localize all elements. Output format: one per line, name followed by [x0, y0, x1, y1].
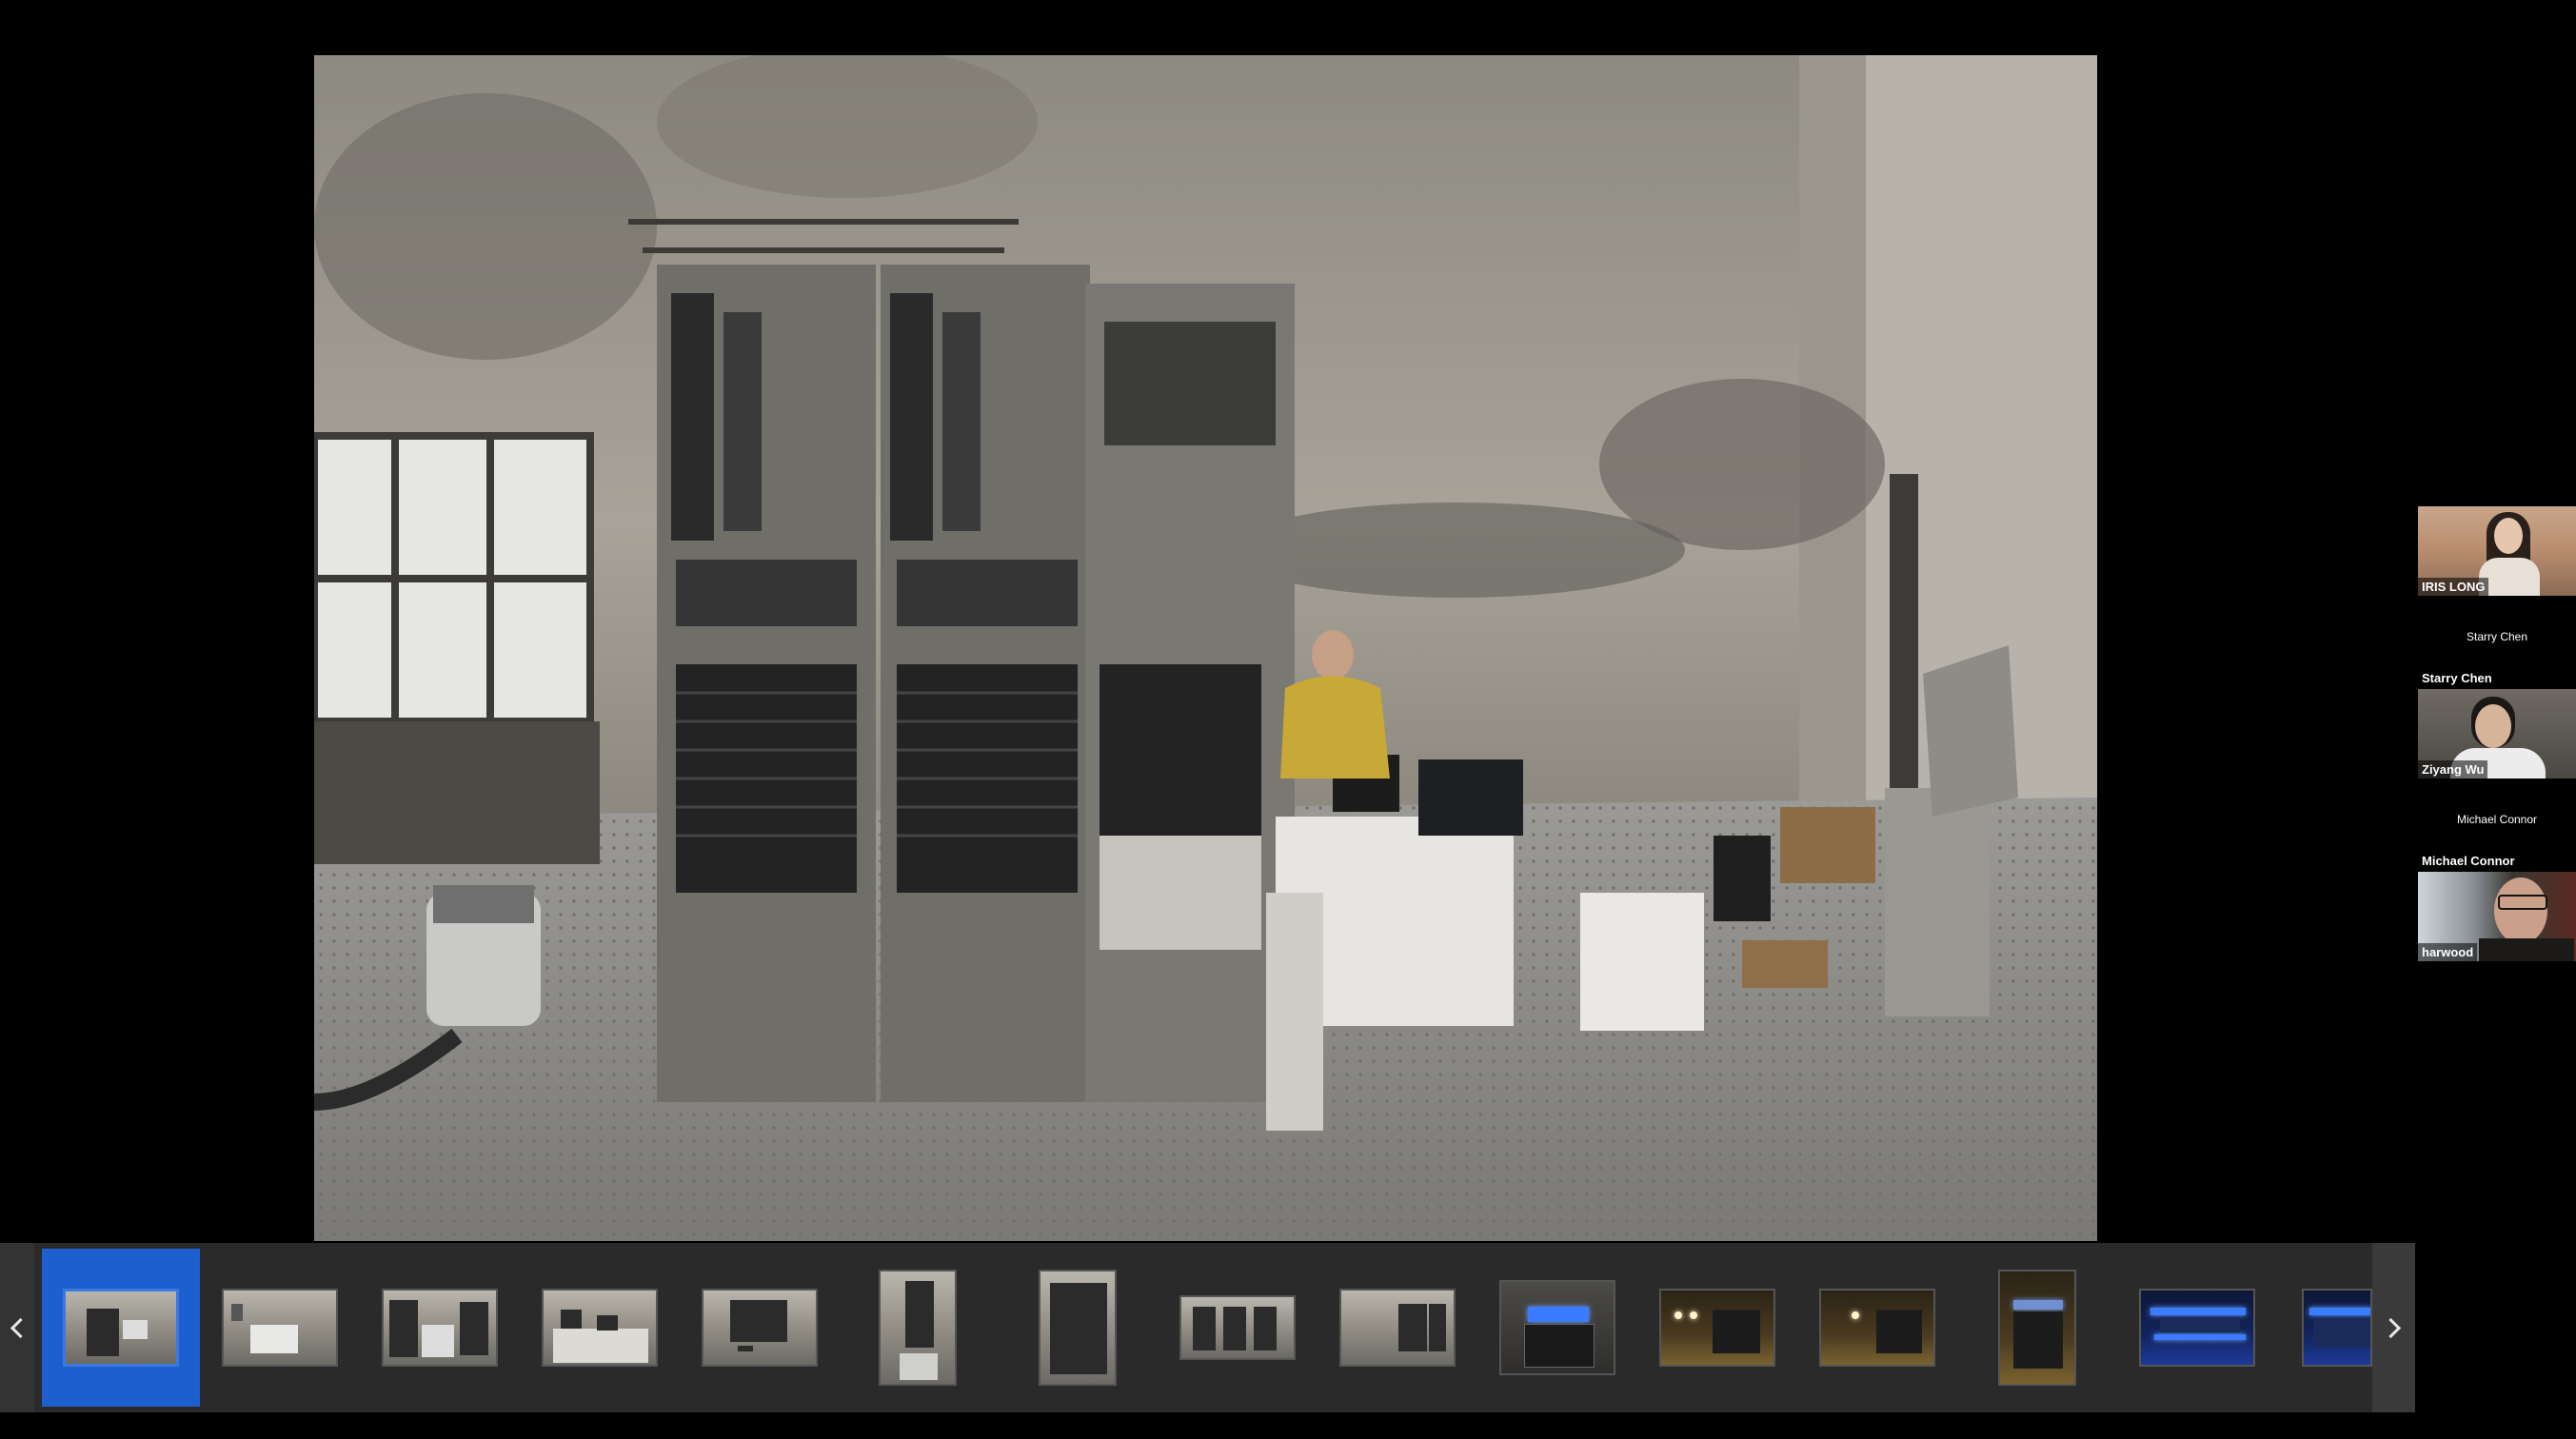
slide-thumbnail-14[interactable]	[2117, 1243, 2277, 1412]
participant-center-label: Starry Chen	[2466, 630, 2528, 643]
slide-thumbnail-10[interactable]	[1477, 1243, 1637, 1412]
participant-tile-harwood[interactable]: harwood	[2418, 872, 2576, 961]
slide-thumbnail-15[interactable]	[2266, 1243, 2372, 1412]
participant-name: harwood	[2418, 943, 2478, 961]
participant-face	[2494, 518, 2523, 554]
slide-filmstrip	[0, 1243, 2415, 1412]
slide-thumbnail-7[interactable]	[998, 1243, 1158, 1412]
slide-thumbnail-13[interactable]	[1957, 1243, 2117, 1412]
slide-thumbnail-8[interactable]	[1158, 1243, 1318, 1412]
participant-face	[2475, 704, 2511, 748]
slide-thumbnail-4[interactable]	[520, 1243, 680, 1412]
chevron-left-icon[interactable]	[0, 1243, 34, 1412]
slide-thumbnail-12[interactable]	[1797, 1243, 1957, 1412]
participant-panel: IRIS LONG Starry Chen Starry Chen Ziyang…	[2418, 506, 2576, 963]
chevron-right-icon[interactable]	[2372, 1243, 2415, 1412]
participant-glasses	[2498, 895, 2547, 910]
machine-room-photo	[314, 55, 2097, 1241]
slide-thumbnail-1[interactable]	[42, 1249, 200, 1407]
slide-thumbnail-3[interactable]	[360, 1243, 520, 1412]
participant-name: Michael Connor	[2418, 852, 2519, 870]
shared-photo	[314, 55, 2097, 1241]
participant-body	[2479, 938, 2574, 961]
slide-thumbnail-11[interactable]	[1637, 1243, 1797, 1412]
participant-tile-starry[interactable]: Starry Chen Starry Chen	[2418, 598, 2576, 687]
participant-name: Ziyang Wu	[2418, 760, 2488, 779]
participant-tile-michael[interactable]: Michael Connor Michael Connor	[2418, 780, 2576, 870]
participant-center-label: Michael Connor	[2456, 813, 2538, 826]
slide-thumbnail-9[interactable]	[1318, 1243, 1477, 1412]
participant-face	[2494, 877, 2547, 944]
participant-name: Starry Chen	[2418, 669, 2496, 687]
participant-tile-iris[interactable]: IRIS LONG	[2418, 506, 2576, 596]
slide-thumbnail-5[interactable]	[680, 1243, 840, 1412]
participant-name: IRIS LONG	[2418, 578, 2489, 596]
slide-thumbnail-6[interactable]	[838, 1243, 998, 1412]
slide-thumbnail-2[interactable]	[200, 1243, 360, 1412]
participant-tile-ziyang[interactable]: Ziyang Wu	[2418, 689, 2576, 779]
presentation-viewer: IRIS LONG Starry Chen Starry Chen Ziyang…	[0, 0, 2576, 1439]
